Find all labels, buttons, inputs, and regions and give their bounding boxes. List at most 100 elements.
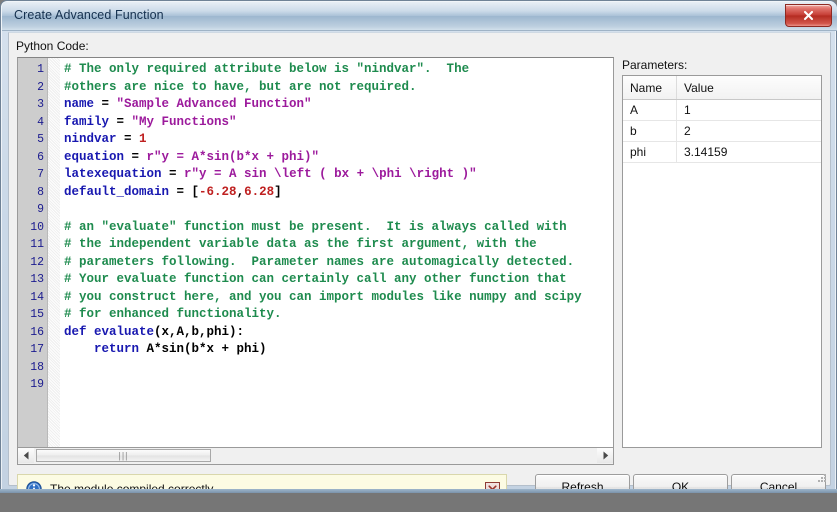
python-code-label: Python Code: <box>16 39 89 53</box>
code-token: # Your evaluate function can certainly c… <box>64 272 567 286</box>
line-text: # for enhanced functionality. <box>64 306 282 324</box>
line-number: 5 <box>37 133 44 146</box>
column-header-value: Value <box>676 76 821 100</box>
parameters-label: Parameters: <box>622 58 688 72</box>
code-token: ] <box>274 184 282 199</box>
code-token: # the independent variable data as the f… <box>64 237 537 251</box>
line-text: latexequation = r"y = A sin \left ( bx +… <box>64 166 477 184</box>
table-row[interactable]: b2 <box>623 120 821 142</box>
line-number: 12 <box>30 255 44 269</box>
line-text: # parameters following. Parameter names … <box>64 254 574 272</box>
code-line: 8 default_domain = [-6.28,6.28] <box>18 184 613 202</box>
line-text: default_domain = [-6.28,6.28] <box>64 184 282 202</box>
window-title: Create Advanced Function <box>14 8 164 22</box>
line-number: 7 <box>37 168 44 181</box>
code-token: = <box>124 149 147 164</box>
line-number: 2 <box>37 80 44 94</box>
code-line: 5 nindvar = 1 <box>18 131 613 149</box>
window-close-button[interactable] <box>785 4 832 27</box>
line-text: equation = r"y = A*sin(b*x + phi)" <box>64 149 319 167</box>
scroll-left-button[interactable] <box>18 448 34 463</box>
line-text: family = "My Functions" <box>64 114 237 132</box>
line-number: 10 <box>30 220 44 234</box>
code-token: r"y = A*sin(b*x + phi)" <box>146 149 320 164</box>
scroll-right-button[interactable] <box>597 448 613 463</box>
code-token: # The only required attribute below is "… <box>64 62 470 76</box>
code-line: 4 family = "My Functions" <box>18 114 613 132</box>
line-number: 18 <box>30 360 44 374</box>
code-token: "My Functions" <box>131 114 237 129</box>
code-token: evaluate <box>94 324 155 339</box>
dialog-client-area: Python Code: 1 # The only required attrib… <box>8 32 831 504</box>
code-token: family <box>64 114 110 129</box>
line-number: 17 <box>30 343 44 356</box>
line-number: 19 <box>30 378 44 391</box>
code-line: 17 return A*sin(b*x + phi) <box>18 341 613 359</box>
parameter-name-cell[interactable]: b <box>623 120 677 142</box>
code-token: A*sin(b*x + phi) <box>139 342 267 356</box>
table-header-row: Name Value <box>623 76 821 100</box>
code-line: 1 # The only required attribute below is … <box>18 61 613 79</box>
code-horizontal-scrollbar[interactable]: ||| <box>17 448 614 465</box>
line-number: 4 <box>37 115 44 129</box>
code-line: 15 # for enhanced functionality. <box>18 306 613 324</box>
line-number: 8 <box>37 185 44 199</box>
scroll-thumb[interactable]: ||| <box>36 449 211 462</box>
code-line: 13 # Your evaluate function can certainly… <box>18 271 613 289</box>
parameters-panel[interactable]: Name Value A 1 b 2 phi 3.14159 <box>622 75 822 448</box>
code-token: latexequation <box>64 167 162 181</box>
code-token: # you construct here, and you can import… <box>64 289 582 304</box>
code-token: # for enhanced functionality. <box>64 307 282 321</box>
parameter-name-cell[interactable]: A <box>623 99 677 121</box>
line-text: # The only required attribute below is "… <box>64 61 469 79</box>
python-code-editor[interactable]: 1 # The only required attribute below is … <box>17 57 614 448</box>
parameter-value-cell[interactable]: 2 <box>676 120 821 142</box>
code-token: name <box>64 97 95 111</box>
code-line: 11 # the independent variable data as the… <box>18 236 613 254</box>
line-number: 3 <box>37 98 44 111</box>
table-row[interactable]: phi 3.14159 <box>623 141 821 163</box>
line-text: # Your evaluate function can certainly c… <box>64 271 567 289</box>
code-token: # an "evaluate" function must be present… <box>64 219 567 234</box>
line-number: 1 <box>37 63 44 76</box>
triangle-right-icon <box>603 451 608 460</box>
code-line: 3 name = "Sample Advanced Function" <box>18 96 613 114</box>
code-line: 7 latexequation = r"y = A sin \left ( bx … <box>18 166 613 184</box>
code-token: (x,A,b,phi): <box>154 324 245 339</box>
code-line: 16 def evaluate(x,A,b,phi): <box>18 324 613 342</box>
line-number: 14 <box>30 290 44 304</box>
line-text: return A*sin(b*x + phi) <box>64 341 267 359</box>
line-text: # you construct here, and you can import… <box>64 289 582 307</box>
code-token: def <box>64 324 87 339</box>
line-text: # an "evaluate" function must be present… <box>64 219 567 237</box>
close-x-icon <box>803 10 814 21</box>
parameter-name-cell[interactable]: phi <box>623 141 677 163</box>
code-token: return <box>94 342 140 356</box>
line-number: 9 <box>37 203 44 216</box>
code-line: 12 # parameters following. Parameter name… <box>18 254 613 272</box>
code-line: 9 <box>18 201 613 219</box>
resize-grip-icon[interactable] <box>815 471 827 483</box>
parameter-value-cell[interactable]: 3.14159 <box>676 141 821 163</box>
line-number: 15 <box>30 308 44 321</box>
code-line: 14 # you construct here, and you can impo… <box>18 289 613 307</box>
parameters-table: Name Value A 1 b 2 phi 3.14159 <box>623 76 821 163</box>
code-token: = [ <box>169 184 200 199</box>
parameter-value-cell[interactable]: 1 <box>676 99 821 121</box>
table-row[interactable]: A1 <box>623 99 821 121</box>
scroll-grip: ||| <box>118 450 129 460</box>
code-token: #others are nice to have, but are not re… <box>64 79 417 94</box>
code-token: = <box>161 167 185 181</box>
line-number: 6 <box>37 150 44 164</box>
code-line: 6 equation = r"y = A*sin(b*x + phi)" <box>18 149 613 167</box>
code-line: 2 #others are nice to have, but are not r… <box>18 79 613 97</box>
line-text: def evaluate(x,A,b,phi): <box>64 324 244 342</box>
code-line: 10 # an "evaluate" function must be prese… <box>18 219 613 237</box>
code-token: = <box>116 132 140 146</box>
code-token: equation <box>64 149 125 164</box>
code-token: r"y = A sin \left ( bx + \phi \right )" <box>184 167 477 181</box>
code-token: , <box>236 184 245 199</box>
triangle-left-icon <box>23 451 28 460</box>
